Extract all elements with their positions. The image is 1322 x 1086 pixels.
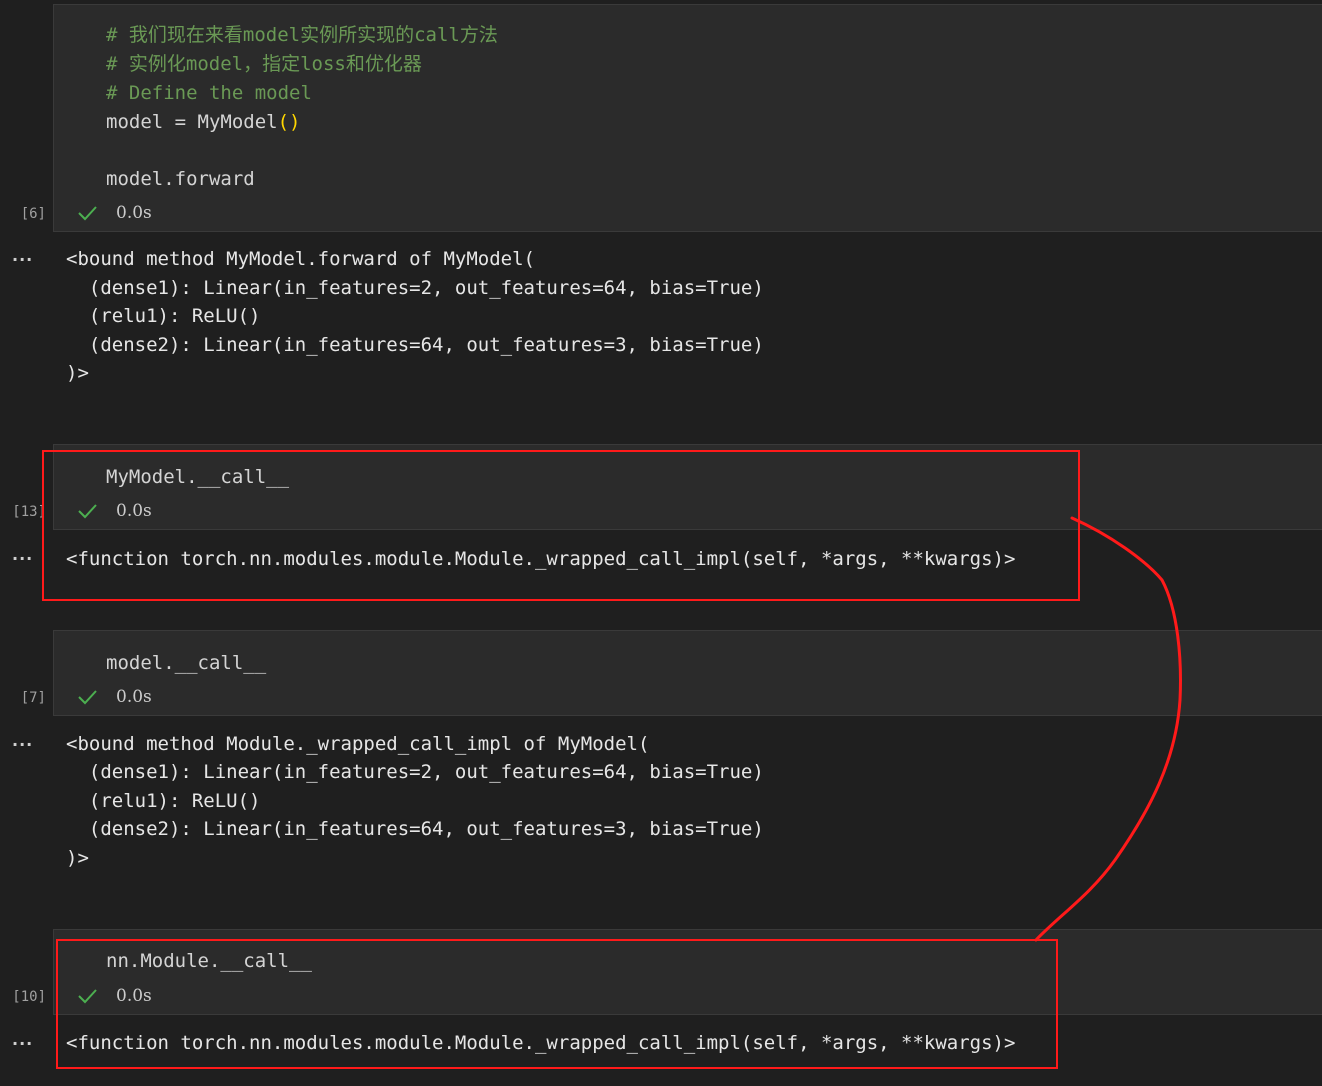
annotation-box xyxy=(56,939,1058,1069)
execution-count: [13] xyxy=(12,504,46,520)
code-comment-line: # 我们现在来看model实例所实现的call方法 xyxy=(106,24,498,46)
output-menu-button[interactable]: ... xyxy=(12,246,33,265)
output-line: (relu1): ReLU() xyxy=(66,790,261,812)
code-line: model = MyModel() xyxy=(106,108,300,136)
output-line: <bound method Module._wrapped_call_impl … xyxy=(66,733,650,755)
output-line: (dense1): Linear(in_features=2, out_feat… xyxy=(66,761,764,783)
execution-time: 0.0s xyxy=(116,687,152,707)
annotation-box xyxy=(42,450,1080,601)
notebook-view: # 我们现在来看model实例所实现的call方法 # 实例化model，指定l… xyxy=(0,0,1322,1086)
output-line: )> xyxy=(66,362,89,384)
output-line: (dense2): Linear(in_features=64, out_fea… xyxy=(66,818,764,840)
output-line: (dense1): Linear(in_features=2, out_feat… xyxy=(66,277,764,299)
output-line: (dense2): Linear(in_features=64, out_fea… xyxy=(66,334,764,356)
execution-status: 0.0s xyxy=(76,202,152,224)
output-menu-button[interactable]: ... xyxy=(12,545,33,564)
execution-count: [7] xyxy=(20,690,46,706)
output-menu-button[interactable]: ... xyxy=(12,731,33,750)
output-line: )> xyxy=(66,847,89,869)
code-paren: () xyxy=(277,111,301,133)
code-line: model.forward xyxy=(106,168,255,190)
check-icon xyxy=(78,206,97,221)
execution-count: [10] xyxy=(12,989,46,1005)
execution-count: [6] xyxy=(20,206,46,222)
code-text: model = MyModel xyxy=(106,111,278,133)
check-icon xyxy=(78,690,97,705)
code-comment-line: # 实例化model，指定loss和优化器 xyxy=(106,53,422,75)
output-line: (relu1): ReLU() xyxy=(66,305,261,327)
code-comment-line: # Define the model xyxy=(106,82,312,104)
code-line: model.__call__ xyxy=(106,652,267,674)
output-menu-button[interactable]: ... xyxy=(12,1030,33,1049)
execution-status: 0.0s xyxy=(76,686,152,708)
output-line: <bound method MyModel.forward of MyModel… xyxy=(66,248,535,270)
execution-time: 0.0s xyxy=(116,203,152,223)
